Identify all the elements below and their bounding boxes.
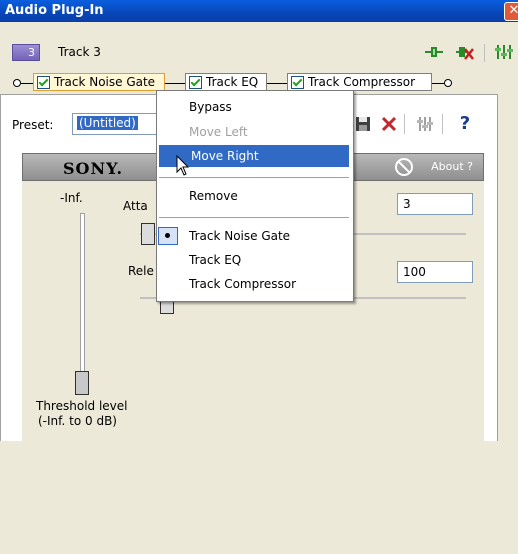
mouse-cursor-icon — [176, 155, 190, 176]
chain-connector — [432, 83, 444, 84]
level-value: -Inf. — [60, 191, 83, 205]
close-button[interactable]: ✕ — [504, 2, 518, 21]
menu-item-track-noise-gate[interactable]: Track Noise Gate — [157, 225, 349, 247]
menu-item-track-eq[interactable]: Track EQ — [157, 249, 349, 271]
chain-connector — [267, 83, 287, 84]
chain-plugin-label: Track Noise Gate — [54, 75, 156, 89]
panel-bottom — [0, 441, 498, 554]
release-label: Rele — [128, 264, 154, 278]
save-preset-icon[interactable] — [352, 113, 374, 135]
menu-item-track-compressor[interactable]: Track Compressor — [157, 273, 349, 295]
window-title: Audio Plug-In — [5, 3, 104, 18]
mixer-icon[interactable] — [494, 43, 514, 61]
close-icon: ✕ — [508, 3, 518, 18]
selected-bullet-icon — [158, 227, 178, 245]
delete-preset-icon[interactable] — [378, 113, 400, 135]
compressor-checkbox[interactable] — [291, 76, 304, 89]
preset-dropdown[interactable]: (Untitled) — [72, 113, 164, 135]
context-menu: Bypass Move Left Move Right Remove Track… — [156, 90, 354, 302]
chain-connector — [165, 83, 185, 84]
menu-item-move-left: Move Left — [189, 125, 248, 139]
help-icon: ? — [467, 160, 473, 173]
attack-value-field[interactable]: 3 — [397, 193, 473, 215]
chain-plugin-label: Track Compressor — [308, 75, 416, 89]
menu-separator — [159, 177, 349, 178]
release-value-field[interactable]: 100 — [397, 261, 473, 283]
preset-value: (Untitled) — [77, 116, 138, 130]
menu-item-bypass[interactable]: Bypass — [157, 96, 349, 118]
eq-checkbox[interactable] — [189, 76, 202, 89]
threshold-range-label: (-Inf. to 0 dB) — [38, 414, 117, 428]
about-label: About — [431, 160, 464, 173]
plugin-chain-icon[interactable] — [424, 43, 444, 61]
sony-logo: SONY. — [63, 159, 124, 178]
chain-plugin-label: Track EQ — [206, 75, 259, 89]
release-slider-thumb[interactable] — [160, 300, 174, 314]
chain-plugin-compressor[interactable]: Track Compressor — [287, 73, 432, 91]
attack-label: Atta — [123, 199, 148, 213]
chain-start-node — [13, 79, 21, 87]
preset-label: Preset: — [12, 118, 54, 132]
noise-gate-checkbox[interactable] — [37, 76, 50, 89]
chain-end-node — [444, 79, 452, 87]
threshold-slider-thumb[interactable] — [75, 371, 89, 395]
toolbar-separator — [442, 114, 443, 134]
about-button[interactable]: About ? — [431, 160, 473, 173]
title-bar: Audio Plug-In ✕ — [0, 0, 518, 22]
track-number-badge: 3 — [12, 44, 40, 61]
chain-plugin-noise-gate[interactable]: Track Noise Gate — [33, 73, 165, 91]
menu-item-remove[interactable]: Remove — [157, 185, 349, 207]
threshold-slider-track[interactable] — [80, 213, 85, 375]
plugin-properties-icon[interactable] — [414, 113, 436, 135]
track-separator — [484, 44, 485, 62]
remove-plugin-icon[interactable] — [455, 43, 475, 61]
no-entry-icon[interactable] — [395, 158, 413, 176]
toolbar-separator — [404, 114, 405, 134]
track-name: Track 3 — [58, 45, 101, 59]
threshold-label: Threshold level — [36, 399, 128, 413]
attack-slider-thumb[interactable] — [141, 223, 155, 245]
chain-plugin-eq[interactable]: Track EQ — [185, 73, 267, 91]
menu-separator — [159, 217, 349, 218]
chain-connector — [21, 83, 33, 84]
help-button[interactable]: ? — [454, 113, 476, 135]
